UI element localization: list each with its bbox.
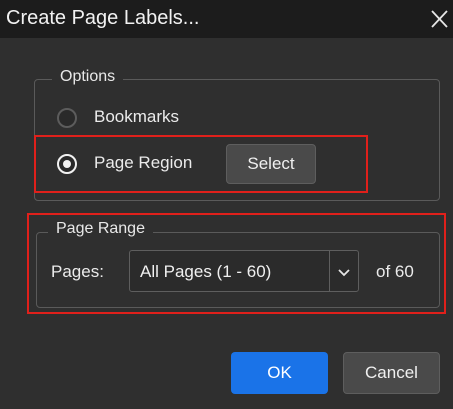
pages-label: Pages: [51, 262, 104, 281]
page-total: of 60 [376, 262, 414, 281]
bookmarks-radio[interactable] [57, 108, 77, 128]
dialog-title: Create Page Labels... [6, 7, 200, 29]
title-bar: Create Page Labels... [0, 0, 453, 38]
cancel-button[interactable]: Cancel [343, 352, 440, 394]
close-icon[interactable] [428, 6, 450, 30]
pages-selected-value: All Pages (1 - 60) [140, 262, 272, 281]
select-button[interactable]: Select [226, 144, 316, 184]
dropdown-divider [329, 251, 330, 291]
options-legend: Options [52, 68, 124, 86]
page-region-label[interactable]: Page Region [94, 153, 192, 173]
page-region-radio[interactable] [57, 154, 77, 174]
pages-dropdown[interactable]: All Pages (1 - 60) [129, 250, 359, 292]
ok-button[interactable]: OK [231, 352, 328, 394]
page-range-legend: Page Range [48, 220, 153, 238]
bookmarks-label[interactable]: Bookmarks [94, 107, 179, 127]
chevron-down-icon[interactable] [335, 263, 353, 281]
create-page-labels-dialog: Create Page Labels... Options Bookmarks … [0, 0, 453, 409]
